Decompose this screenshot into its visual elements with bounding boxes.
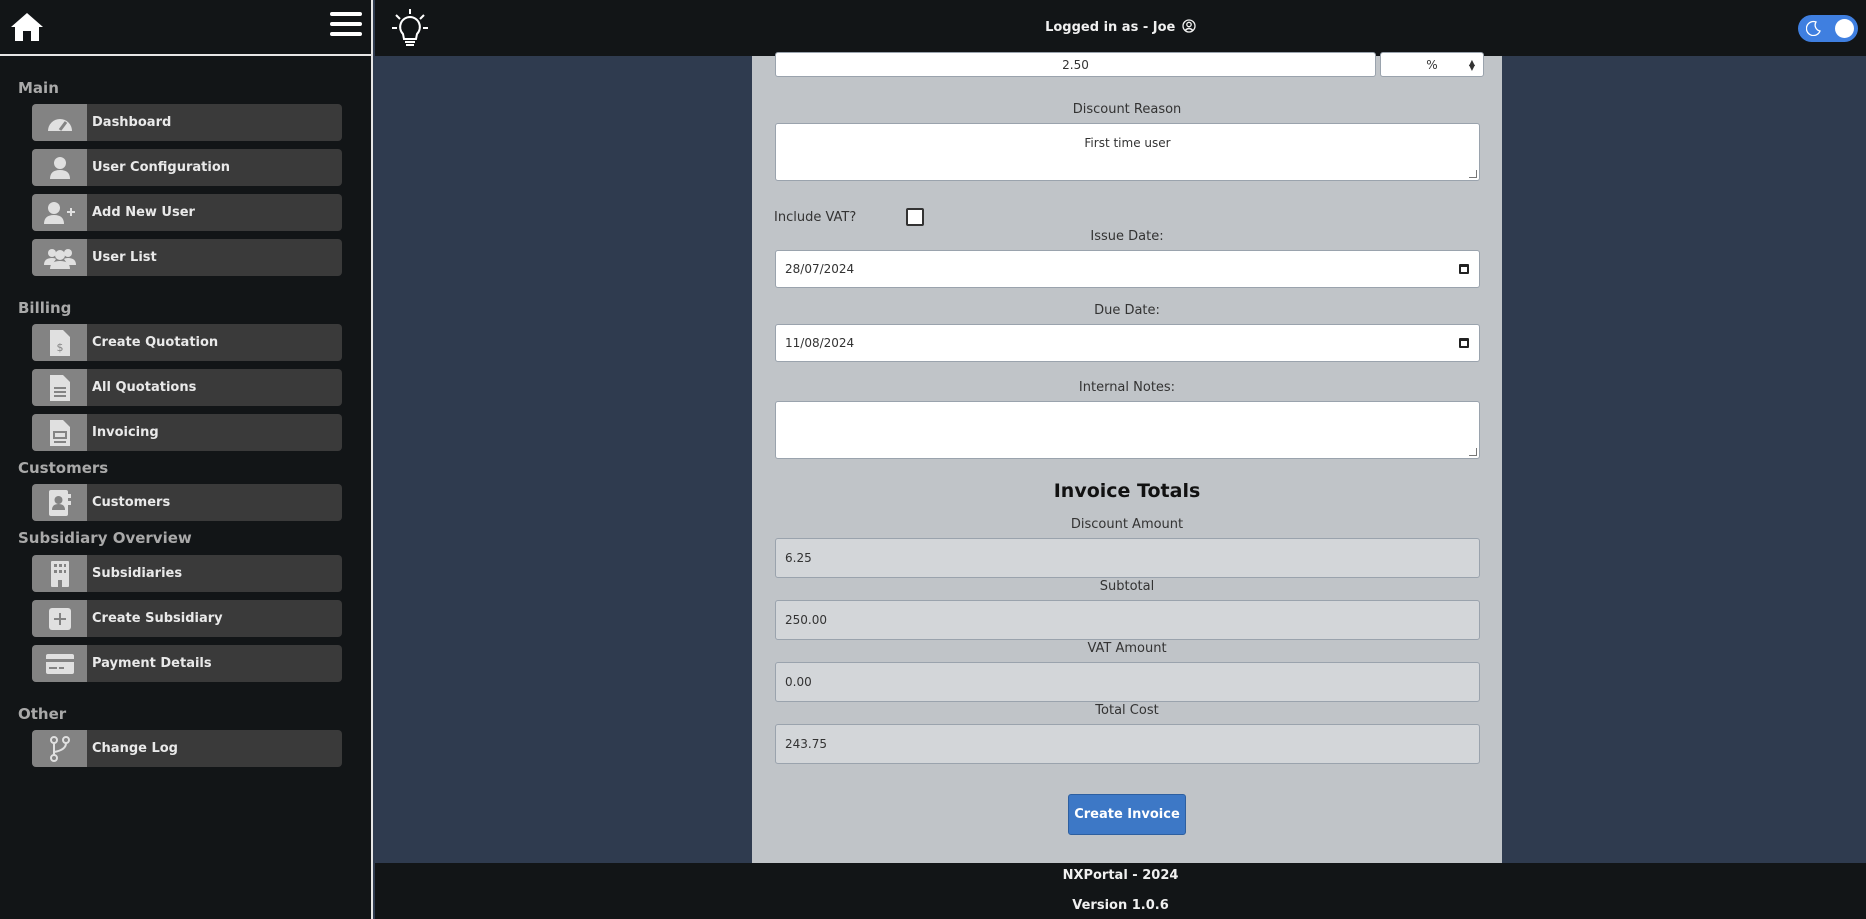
sidebar-header: [0, 0, 371, 56]
footer-copyright: NXPortal - 2024: [1062, 868, 1179, 883]
include-vat-label: Include VAT?: [774, 210, 857, 225]
discount-reason-textarea[interactable]: First time user: [775, 123, 1480, 181]
sidebar-item-label: Create Subsidiary: [92, 611, 223, 626]
internal-notes-textarea[interactable]: [775, 401, 1480, 459]
discount-unit-value: %: [1426, 57, 1438, 72]
user-circle-icon: [1182, 19, 1196, 33]
section-title-customers: Customers: [18, 459, 109, 477]
sidebar-item-payment-details[interactable]: Payment Details: [32, 645, 342, 682]
sidebar-item-change-log[interactable]: Change Log: [32, 730, 342, 767]
section-title-main: Main: [18, 79, 59, 97]
sidebar-item-label: User List: [92, 250, 157, 265]
subtotal-label: Subtotal: [1099, 579, 1155, 594]
sidebar-item-label: Change Log: [92, 741, 178, 756]
sidebar: Main Dashboard User Configuration Add Ne…: [0, 0, 373, 919]
discount-amount-field: 6.25: [775, 538, 1480, 578]
include-vat-checkbox[interactable]: [906, 208, 924, 226]
resize-grip-icon[interactable]: [1469, 170, 1477, 178]
logged-in-text: Logged in as - Joe: [1045, 20, 1176, 35]
issue-date-input[interactable]: 28/07/2024: [775, 250, 1480, 288]
sidebar-item-label: Payment Details: [92, 656, 212, 671]
code-branch-icon: [32, 730, 87, 767]
address-book-icon: [32, 484, 87, 521]
sidebar-item-invoicing[interactable]: Invoicing: [32, 414, 342, 451]
sidebar-item-user-configuration[interactable]: User Configuration: [32, 149, 342, 186]
discount-value-input[interactable]: 2.50: [775, 52, 1376, 77]
sidebar-item-label: Add New User: [92, 205, 195, 220]
discount-reason-value: First time user: [1084, 136, 1171, 150]
dark-mode-toggle[interactable]: [1798, 15, 1858, 42]
sidebar-item-subsidiaries[interactable]: Subsidiaries: [32, 555, 342, 592]
sidebar-item-create-quotation[interactable]: $ Create Quotation: [32, 324, 342, 361]
create-invoice-button[interactable]: Create Invoice: [1068, 794, 1186, 835]
sidebar-item-customers[interactable]: Customers: [32, 484, 342, 521]
due-date-value: 11/08/2024: [785, 336, 855, 350]
users-icon: [32, 239, 87, 276]
user-icon: [32, 149, 87, 186]
section-title-billing: Billing: [18, 299, 72, 317]
discount-reason-label: Discount Reason: [1072, 102, 1182, 117]
issue-date-value: 28/07/2024: [785, 262, 855, 276]
hamburger-menu-icon[interactable]: [330, 12, 362, 40]
toggle-knob: [1835, 19, 1854, 38]
due-date-label: Due Date:: [1094, 303, 1160, 318]
sidebar-item-label: User Configuration: [92, 160, 231, 175]
internal-notes-label: Internal Notes:: [1078, 380, 1176, 395]
logged-in-status: Logged in as - Joe: [375, 19, 1866, 35]
section-title-subsidiary: Subsidiary Overview: [18, 529, 192, 547]
user-plus-icon: [32, 194, 87, 231]
resize-grip-icon[interactable]: [1469, 448, 1477, 456]
sidebar-item-create-subsidiary[interactable]: Create Subsidiary: [32, 600, 342, 637]
sidebar-item-label: Create Quotation: [92, 335, 219, 350]
sidebar-item-user-list[interactable]: User List: [32, 239, 342, 276]
calendar-icon[interactable]: [1459, 338, 1469, 348]
subtotal-field: 250.00: [775, 600, 1480, 640]
discount-unit-select[interactable]: % ▲ ▼: [1380, 52, 1484, 77]
file-dollar-icon: $: [32, 324, 87, 361]
sidebar-item-label: Invoicing: [92, 425, 159, 440]
plus-square-icon: [32, 600, 87, 637]
footer-version: Version 1.0.6: [1072, 898, 1169, 913]
invoice-form-panel: 2.50 % ▲ ▼ Discount Reason First time use…: [752, 52, 1502, 863]
invoice-totals-heading: Invoice Totals: [1053, 480, 1201, 502]
file-invoice-icon: [32, 414, 87, 451]
due-date-input[interactable]: 11/08/2024: [775, 324, 1480, 362]
vat-amount-field: 0.00: [775, 662, 1480, 702]
vat-amount-label: VAT Amount: [1087, 641, 1167, 656]
credit-card-icon: [32, 645, 87, 682]
sidebar-item-dashboard[interactable]: Dashboard: [32, 104, 342, 141]
select-arrows-icon: ▲ ▼: [1468, 57, 1475, 72]
file-lines-icon: [32, 369, 87, 406]
calendar-icon[interactable]: [1459, 264, 1469, 274]
svg-text:$: $: [56, 341, 63, 354]
issue-date-label: Issue Date:: [1090, 229, 1164, 244]
sidebar-item-label: All Quotations: [92, 380, 197, 395]
top-bar: Logged in as - Joe: [375, 0, 1866, 56]
sidebar-item-all-quotations[interactable]: All Quotations: [32, 369, 342, 406]
moon-icon: [1806, 20, 1821, 36]
sidebar-item-add-new-user[interactable]: Add New User: [32, 194, 342, 231]
sidebar-item-label: Customers: [92, 495, 171, 510]
building-icon: [32, 555, 87, 592]
total-cost-field: 243.75: [775, 724, 1480, 764]
sidebar-item-label: Dashboard: [92, 115, 172, 130]
total-cost-label: Total Cost: [1095, 703, 1159, 718]
home-icon[interactable]: [10, 10, 44, 44]
discount-amount-label: Discount Amount: [1070, 517, 1184, 532]
sidebar-item-label: Subsidiaries: [92, 566, 183, 581]
gauge-icon: [32, 104, 87, 141]
footer: NXPortal - 2024 Version 1.0.6: [375, 863, 1866, 919]
section-title-other: Other: [18, 705, 67, 723]
